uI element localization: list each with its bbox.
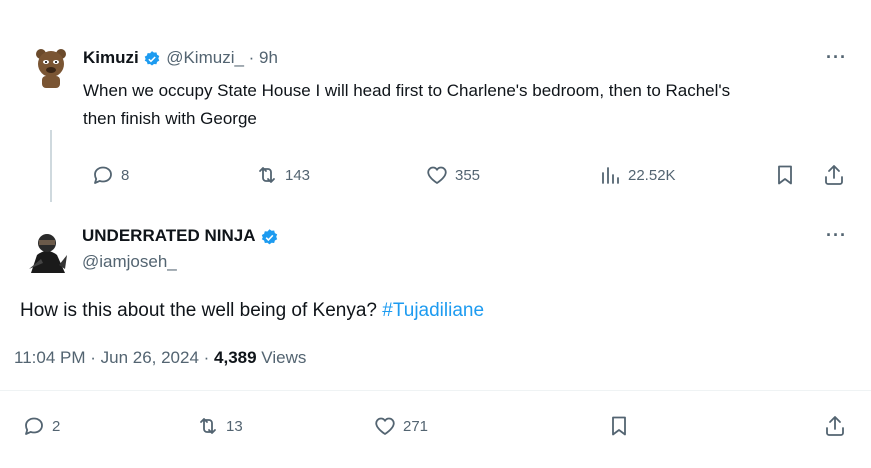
like-button[interactable]: 271 bbox=[373, 414, 428, 438]
like-count: 355 bbox=[455, 166, 481, 184]
analytics-icon bbox=[602, 167, 619, 184]
views-label: Views bbox=[256, 348, 307, 367]
reply-button[interactable]: 2 bbox=[22, 414, 60, 438]
retweet-count: 13 bbox=[226, 417, 243, 435]
thread-line bbox=[50, 130, 52, 202]
avatar-underrated-ninja[interactable] bbox=[25, 225, 69, 273]
reply-icon bbox=[94, 166, 112, 184]
tweet-text: When we occupy State House I will head f… bbox=[83, 77, 730, 133]
retweet-icon bbox=[200, 418, 216, 434]
heart-icon bbox=[375, 417, 395, 435]
author-handle[interactable]: @Kimuzi_ bbox=[166, 48, 244, 67]
share-button[interactable] bbox=[822, 163, 846, 187]
time-separator: · bbox=[243, 48, 260, 67]
bookmark-icon bbox=[778, 165, 792, 185]
like-count: 271 bbox=[403, 417, 429, 435]
bookmark-icon bbox=[612, 416, 626, 436]
retweet-icon bbox=[259, 167, 275, 183]
reply-button[interactable]: 8 bbox=[91, 163, 129, 187]
tweet-text: How is this about the well being of Keny… bbox=[20, 300, 484, 322]
reply-count: 2 bbox=[52, 417, 61, 435]
heart-icon bbox=[427, 166, 447, 184]
tweet-text-line: then finish with George bbox=[83, 109, 257, 128]
retweet-button[interactable]: 143 bbox=[255, 163, 310, 187]
reply-icon bbox=[25, 417, 43, 435]
like-button[interactable]: 355 bbox=[425, 163, 480, 187]
author-handle[interactable]: @iamjoseh_ bbox=[82, 252, 177, 272]
retweet-count: 143 bbox=[285, 166, 311, 184]
retweet-button[interactable]: 13 bbox=[196, 414, 243, 438]
verified-badge-icon bbox=[260, 228, 278, 246]
share-button[interactable] bbox=[823, 414, 847, 438]
tweet-meta: 11:04 PM · Jun 26, 2024 · 4,389 Views bbox=[14, 348, 306, 368]
reply-count: 8 bbox=[121, 166, 130, 184]
tweet-text-body: How is this about the well being of Keny… bbox=[20, 300, 383, 321]
hashtag-link[interactable]: #Tujadiliane bbox=[382, 300, 484, 321]
view-count: 22.52K bbox=[628, 166, 676, 184]
more-icon[interactable]: ··· bbox=[826, 48, 847, 66]
tweet-time[interactable]: 9h bbox=[259, 48, 278, 67]
tweet-timestamp[interactable]: 11:04 PM · Jun 26, 2024 · bbox=[14, 348, 214, 367]
share-icon bbox=[826, 416, 844, 436]
views-button[interactable]: 22.52K bbox=[598, 163, 676, 187]
tweet-text-line: When we occupy State House I will head f… bbox=[83, 81, 731, 100]
bookmark-button[interactable] bbox=[607, 414, 631, 438]
more-icon[interactable]: ··· bbox=[826, 226, 847, 244]
divider bbox=[0, 390, 871, 391]
author-name[interactable]: Kimuzi bbox=[83, 48, 139, 67]
bookmark-button[interactable] bbox=[773, 163, 797, 187]
author-name[interactable]: UNDERRATED NINJA bbox=[82, 226, 255, 245]
verified-badge-icon bbox=[143, 50, 161, 68]
avatar-kimuzi[interactable] bbox=[33, 44, 69, 90]
views-count: 4,389 bbox=[214, 348, 257, 367]
share-icon bbox=[825, 165, 843, 185]
